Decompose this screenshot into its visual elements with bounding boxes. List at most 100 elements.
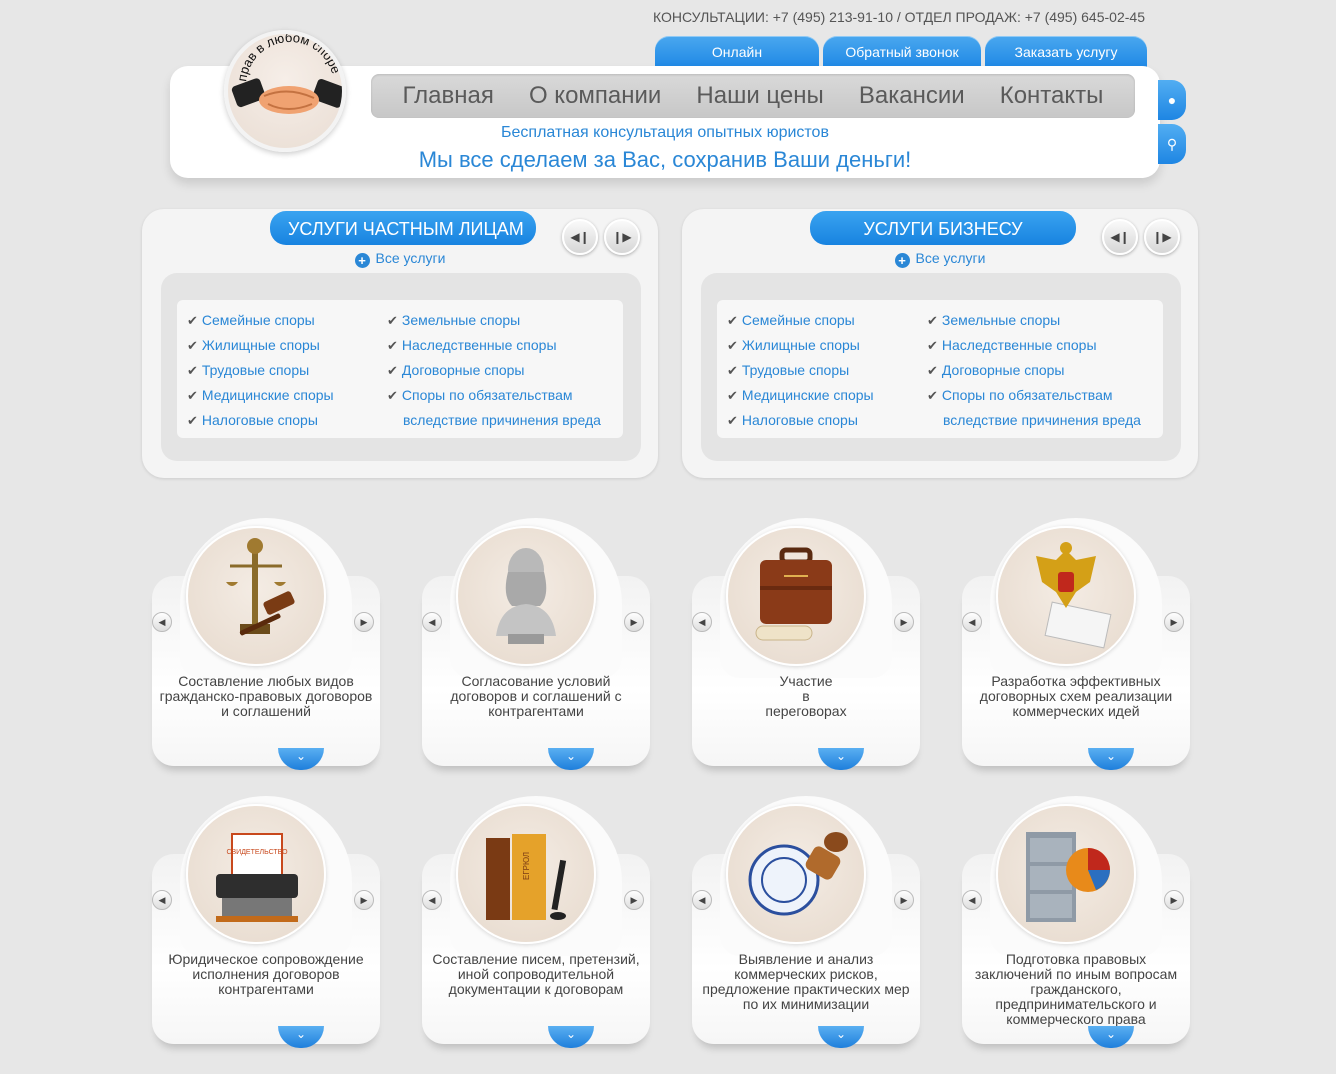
list-item[interactable]: ✔ Договорные споры bbox=[927, 360, 1141, 385]
service-card[interactable]: ◀ ▶ Выявление и анализ коммерческих риск… bbox=[692, 796, 920, 1048]
list-item[interactable]: ✔ Трудовые споры bbox=[727, 360, 874, 385]
service-card[interactable]: ЕГРЮЛ ◀ ▶ Составление писем, претензий, … bbox=[422, 796, 650, 1048]
check-icon: ✔ bbox=[187, 388, 198, 403]
list-item-continuation[interactable]: вследствие причинения вреда bbox=[927, 410, 1141, 435]
card-text: Согласование условий договоров и соглаше… bbox=[450, 673, 622, 719]
themis-gavel-icon bbox=[226, 538, 295, 636]
next-icon[interactable]: ▶ bbox=[1164, 612, 1184, 632]
next-icon[interactable]: ▶ bbox=[624, 890, 644, 910]
list-item[interactable]: ✔ Жилищные споры bbox=[187, 335, 334, 360]
check-icon: ✔ bbox=[387, 338, 398, 353]
private-services-title[interactable]: УСЛУГИ ЧАСТНЫМ ЛИЦАМ bbox=[270, 211, 536, 245]
list-item[interactable]: ✔ Семейные споры bbox=[727, 310, 874, 335]
all-services-label[interactable]: Все услуги bbox=[376, 250, 446, 266]
next-icon[interactable]: ▶ bbox=[354, 612, 374, 632]
svg-text:ЕГРЮЛ: ЕГРЮЛ bbox=[522, 852, 531, 880]
business-services-title[interactable]: УСЛУГИ БИЗНЕСУ bbox=[810, 211, 1076, 245]
prev-icon[interactable]: ◀ bbox=[962, 890, 982, 910]
list-item[interactable]: ✔ Наследственные споры bbox=[387, 335, 601, 360]
chevron-down-icon[interactable]: ⌄ bbox=[818, 748, 864, 770]
check-icon: ✔ bbox=[727, 363, 738, 378]
nav-about[interactable]: О компании bbox=[529, 82, 661, 110]
list-item[interactable]: ✔ Медицинские споры bbox=[727, 385, 874, 410]
nav-home[interactable]: Главная bbox=[403, 82, 494, 110]
chevron-down-icon[interactable]: ⌄ bbox=[278, 1026, 324, 1048]
service-card[interactable]: ◀ ▶ Подготовка правовых заключений по ин… bbox=[962, 796, 1190, 1048]
business-list-frame: ✔ Семейные споры ✔ Жилищные споры ✔ Трудовы… bbox=[701, 273, 1181, 461]
nav-prices[interactable]: Наши цены bbox=[696, 82, 823, 110]
tagline-big: Мы все сделаем за Вас, сохранив Ваши ден… bbox=[418, 147, 912, 172]
prev-icon[interactable]: ◀ bbox=[962, 612, 982, 632]
briefcase-icon bbox=[755, 547, 832, 641]
chevron-down-icon[interactable]: ⌄ bbox=[818, 1026, 864, 1048]
list-item[interactable]: ✔ Медицинские споры bbox=[187, 385, 334, 410]
search-icon[interactable]: ⚲ bbox=[1158, 124, 1186, 164]
list-item[interactable]: ✔ Налоговые споры bbox=[727, 410, 874, 435]
list-item[interactable]: ✔ Налоговые споры bbox=[187, 410, 334, 435]
side-icons: ● ⚲ bbox=[1158, 80, 1186, 168]
service-card[interactable]: ◀ ▶ Составление любых видов гражданско-п… bbox=[152, 518, 380, 770]
private-list: ✔ Семейные споры ✔ Жилищные споры ✔ Трудовы… bbox=[177, 300, 623, 438]
logo[interactable]: прав в любом споре bbox=[224, 30, 346, 152]
check-icon: ✔ bbox=[187, 413, 198, 428]
check-icon: ✔ bbox=[187, 338, 198, 353]
user-icon[interactable]: ● bbox=[1158, 80, 1186, 120]
folders-icon: ЕГРЮЛ bbox=[486, 834, 567, 920]
check-icon: ✔ bbox=[927, 363, 938, 378]
check-icon: ✔ bbox=[727, 313, 738, 328]
prev-icon[interactable]: ◀ bbox=[692, 890, 712, 910]
business-services-panel: УСЛУГИ БИЗНЕСУ ◀❙ ❙▶ + Все услуги ✔ Семейн… bbox=[682, 209, 1198, 478]
next-icon[interactable]: ▶ bbox=[624, 612, 644, 632]
next-icon[interactable]: ▶ bbox=[894, 890, 914, 910]
private-all-services[interactable]: + Все услуги bbox=[142, 250, 658, 268]
service-card[interactable]: ◀ ▶ Разработка эффективных договорных сх… bbox=[962, 518, 1190, 770]
prev-icon[interactable]: ◀ bbox=[152, 612, 172, 632]
next-icon[interactable]: ▶ bbox=[1164, 890, 1184, 910]
bust-icon bbox=[496, 548, 556, 644]
prev-icon[interactable]: ◀ bbox=[422, 612, 442, 632]
prev-icon[interactable]: ◀ bbox=[692, 612, 712, 632]
list-item[interactable]: ✔ Наследственные споры bbox=[927, 335, 1141, 360]
prev-icon[interactable]: ◀ bbox=[152, 890, 172, 910]
list-item[interactable]: ✔ Договорные споры bbox=[387, 360, 601, 385]
seal-stamp-icon bbox=[748, 832, 848, 916]
service-card[interactable]: ◀ ▶ Участие в переговорах ⌄ bbox=[692, 518, 920, 770]
chevron-down-icon[interactable]: ⌄ bbox=[548, 1026, 594, 1048]
chevron-down-icon[interactable]: ⌄ bbox=[278, 748, 324, 770]
next-icon[interactable]: ▶ bbox=[354, 890, 374, 910]
tab-callback[interactable]: Обратный звонок bbox=[823, 36, 981, 68]
list-item[interactable]: ✔ Семейные споры bbox=[187, 310, 334, 335]
list-item[interactable]: ✔ Земельные споры bbox=[387, 310, 601, 335]
list-item-continuation[interactable]: вследствие причинения вреда bbox=[387, 410, 601, 435]
plus-icon: + bbox=[894, 253, 910, 268]
check-icon: ✔ bbox=[727, 338, 738, 353]
top-tabs: Онлайн консультация Обратный звонок Зака… bbox=[655, 36, 1147, 92]
business-all-services[interactable]: + Все услуги bbox=[682, 250, 1198, 268]
list-item[interactable]: ✔ Земельные споры bbox=[927, 310, 1141, 335]
nav-vacancies[interactable]: Вакансии bbox=[859, 82, 965, 110]
shredder-certificate-icon: СВИДЕТЕЛЬСТВО bbox=[216, 833, 298, 922]
card-text: Выявление и анализ коммерческих рисков, … bbox=[702, 951, 910, 1012]
prev-icon[interactable]: ◀ bbox=[422, 890, 442, 910]
all-services-label[interactable]: Все услуги bbox=[916, 250, 986, 266]
check-icon: ✔ bbox=[187, 363, 198, 378]
card-text: Участие в переговорах bbox=[765, 673, 847, 719]
list-item[interactable]: ✔ Споры по обязательствам bbox=[927, 385, 1141, 410]
check-icon: ✔ bbox=[927, 313, 938, 328]
tab-online-consultation[interactable]: Онлайн консультация bbox=[655, 36, 819, 92]
chevron-down-icon[interactable]: ⌄ bbox=[548, 748, 594, 770]
service-card[interactable]: ◀ ▶ Согласование условий договоров и сог… bbox=[422, 518, 650, 770]
card-text: Составление любых видов гражданско-право… bbox=[159, 673, 373, 719]
check-icon: ✔ bbox=[927, 388, 938, 403]
list-item[interactable]: ✔ Жилищные споры bbox=[727, 335, 874, 360]
chevron-down-icon[interactable]: ⌄ bbox=[1088, 1026, 1134, 1048]
list-item[interactable]: ✔ Споры по обязательствам bbox=[387, 385, 601, 410]
list-item[interactable]: ✔ Трудовые споры bbox=[187, 360, 334, 385]
chevron-down-icon[interactable]: ⌄ bbox=[1088, 748, 1134, 770]
next-icon[interactable]: ▶ bbox=[894, 612, 914, 632]
nav-contacts[interactable]: Контакты bbox=[1000, 82, 1104, 110]
plus-icon: + bbox=[354, 253, 370, 268]
tab-order-service[interactable]: Заказать услугу bbox=[985, 36, 1147, 68]
service-card[interactable]: СВИДЕТЕЛЬСТВО ◀ ▶ Юридическое сопровожде… bbox=[152, 796, 380, 1048]
card-text: Разработка эффективных договорных схем р… bbox=[979, 673, 1173, 719]
